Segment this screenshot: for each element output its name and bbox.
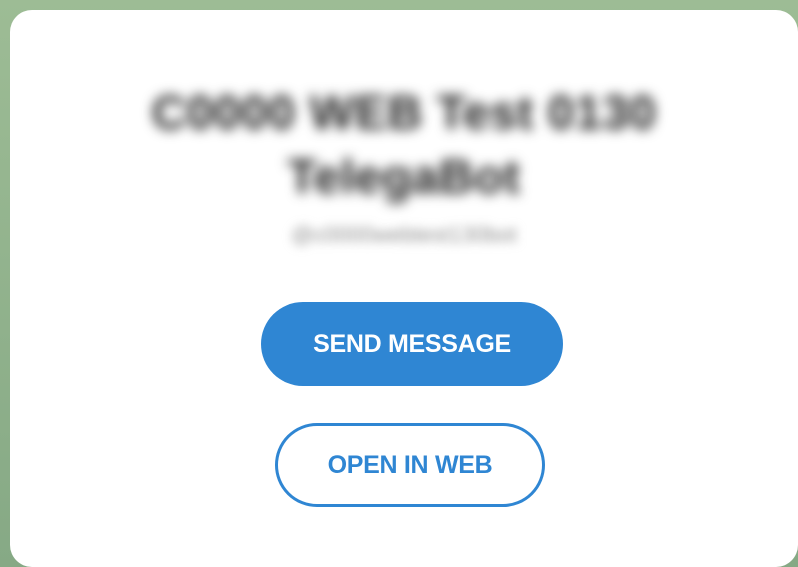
dialog-title-second-line: TelegaBot xyxy=(287,151,521,204)
open-in-web-button[interactable]: OPEN IN WEB xyxy=(275,423,545,507)
send-message-button[interactable]: SEND MESSAGE xyxy=(261,302,563,386)
open-in-web-label: OPEN IN WEB xyxy=(327,450,493,479)
send-message-label: SEND MESSAGE xyxy=(313,329,511,358)
dialog-subtitle: @c0000webtest130bot xyxy=(291,222,517,247)
open-app-dialog: C0000 WEB Test 0130 TelegaBot @c0000webt… xyxy=(10,10,798,567)
dialog-title: C0000 WEB Test 0130 xyxy=(151,87,657,140)
